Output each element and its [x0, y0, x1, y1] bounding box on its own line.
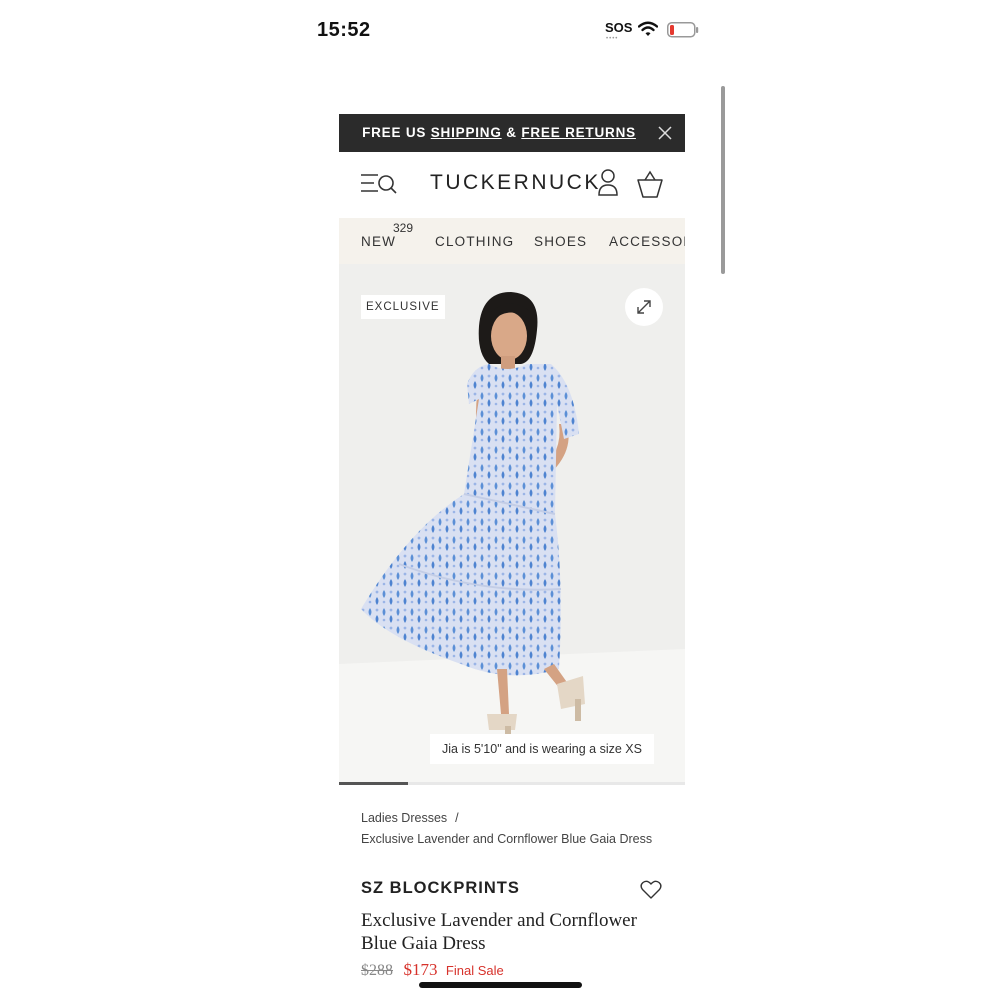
breadcrumb-separator: /	[455, 811, 459, 825]
bag-icon[interactable]	[636, 169, 664, 199]
promo-banner: FREE US SHIPPING & FREE RETURNS	[339, 114, 685, 152]
breadcrumb: Ladies Dresses / Exclusive Lavender and C…	[361, 808, 661, 850]
promo-prefix: FREE US	[362, 125, 431, 140]
nav-item-accessories[interactable]: ACCESSORIES	[609, 234, 685, 249]
model-size-caption: Jia is 5'10" and is wearing a size XS	[430, 734, 654, 764]
category-nav: NEW 329 CLOTHING SHOES ACCESSORIES	[339, 218, 685, 264]
original-price: $288	[361, 962, 393, 979]
product-title: Exclusive Lavender and Cornflower Blue G…	[361, 910, 637, 954]
site-header: TUCKERNUCK	[339, 152, 685, 218]
gallery-progress	[339, 782, 685, 785]
new-count-badge: 329	[393, 221, 414, 235]
status-bar: 15:52 SOS ••••	[0, 0, 1000, 60]
account-icon[interactable]	[596, 168, 620, 196]
breadcrumb-category[interactable]: Ladies Dresses	[361, 811, 447, 825]
nav-item-clothing[interactable]: CLOTHING	[435, 234, 514, 249]
price-row: $288 $173 Final Sale	[361, 960, 504, 980]
close-icon[interactable]	[657, 125, 673, 141]
nav-item-new[interactable]: NEW	[361, 234, 396, 249]
breadcrumb-current: Exclusive Lavender and Cornflower Blue G…	[361, 832, 653, 846]
page-scrollbar[interactable]	[721, 86, 725, 274]
carrier-label: SOS	[605, 20, 633, 35]
product-brand[interactable]: SZ BLOCKPRINTS	[361, 879, 520, 898]
site-logo[interactable]: TUCKERNUCK	[430, 171, 601, 195]
nav-item-shoes[interactable]: SHOES	[534, 234, 587, 249]
returns-link[interactable]: FREE RETURNS	[521, 125, 636, 140]
web-page: FREE US SHIPPING & FREE RETURNS TUCKERNU…	[339, 114, 685, 1000]
exclusive-badge: EXCLUSIVE	[361, 295, 445, 319]
battery-icon	[667, 22, 699, 38]
product-photo	[339, 264, 685, 784]
heart-icon[interactable]	[640, 880, 662, 900]
gallery-progress-fill	[339, 782, 409, 785]
promo-text: FREE US SHIPPING & FREE RETURNS	[339, 125, 659, 140]
sale-price: $173	[403, 960, 438, 979]
home-indicator[interactable]	[419, 982, 582, 988]
final-sale-label: Final Sale	[445, 963, 504, 978]
menu-search-icon[interactable]	[360, 172, 398, 196]
shipping-link[interactable]: SHIPPING	[431, 125, 502, 140]
product-image[interactable]: EXCLUSIVE Jia is 5'10" and is wearing a …	[339, 264, 685, 784]
status-time: 15:52	[317, 19, 371, 41]
expand-icon	[637, 300, 651, 314]
promo-amp: &	[501, 125, 522, 140]
signal-dots: ••••	[606, 36, 619, 42]
expand-image-button[interactable]	[625, 288, 663, 326]
wifi-icon	[638, 21, 658, 36]
